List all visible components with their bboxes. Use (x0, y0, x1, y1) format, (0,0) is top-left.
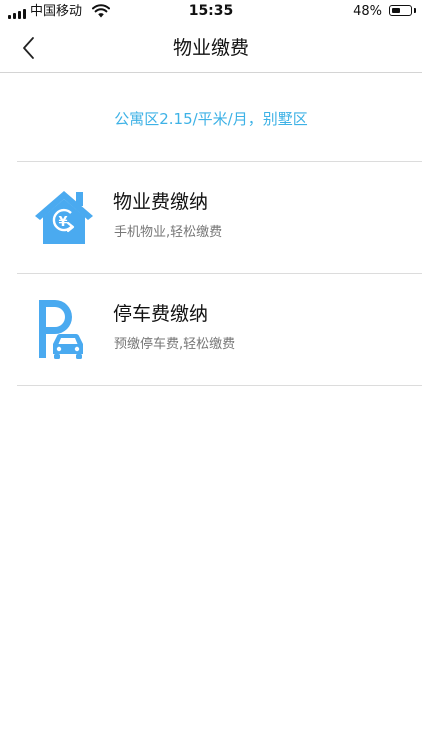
page-title: 物业缴费 (172, 37, 249, 59)
property-fee-payment-item[interactable]: ¥ 物业费缴纳 手机物业,轻松缴费 (17, 162, 422, 272)
parking-fee-payment-item[interactable]: 停车费缴纳 预缴停车费,轻松缴费 (17, 274, 422, 384)
navigation-bar: 物业缴费 (0, 24, 422, 73)
item-subtitle: 预缴停车费,轻松缴费 (114, 337, 236, 352)
item-subtitle: 手机物业,轻松缴费 (114, 225, 223, 240)
item-title: 物业费缴纳 (113, 191, 209, 213)
item-title: 停车费缴纳 (113, 303, 209, 325)
svg-text:¥: ¥ (58, 215, 67, 230)
battery-icon (389, 5, 412, 16)
battery-tip (414, 8, 416, 13)
fee-rate-note: 公寓区2.15/平米/月，别墅区 (114, 110, 308, 128)
parking-car-icon (39, 300, 83, 359)
house-yen-icon: ¥ (35, 191, 93, 244)
battery-percentage: 48% (353, 4, 382, 19)
status-bar: 中国移动 15:35 48% (0, 0, 422, 24)
divider (17, 385, 422, 386)
